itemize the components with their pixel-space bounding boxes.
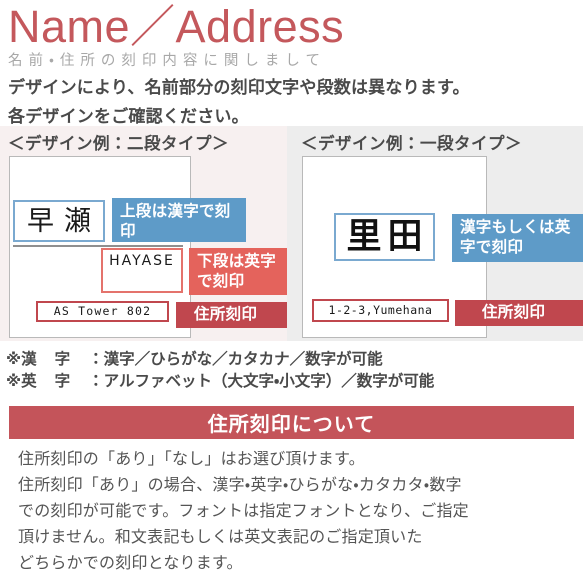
callout-address-two-tier: 住所刻印 (176, 302, 287, 328)
callout-address-one-tier: 住所刻印 (455, 300, 583, 326)
design-example-two-tier-heading: ＜デザイン例：二段タイプ＞ (8, 135, 229, 153)
plate-kanji-one-tier: 里田 (334, 213, 435, 261)
note-mark-roman: ※ (6, 373, 22, 390)
plate-address-two-tier: AS Tower 802 (36, 301, 169, 322)
plate-kanji-two-tier-text: 早瀬 (27, 205, 101, 237)
page-header: Name／Address 名前・住所の刻印内容に関しまして デザインにより、名前… (0, 0, 583, 129)
notes-list: ※漢字：漢字／ひらがな／カタカナ／数字が可能 ※英字：アルファベット（大文字・小… (6, 349, 576, 393)
section-band-address-engraving: 住所刻印について (9, 406, 574, 439)
callout-lower-row-roman: 下段は英字で刻印 (189, 248, 287, 295)
plate-roman-two-tier: HAYASE (101, 248, 183, 293)
body-line-3: での刻印が可能です。フォントは指定フォントとなり、ご指定 (18, 503, 469, 520)
page-subtitle: 名前・住所の刻印内容に関しまして (8, 53, 326, 69)
plate-kanji-two-tier: 早瀬 (13, 200, 105, 242)
plate-divider-line (13, 245, 183, 247)
note-mark-kanji: ※ (6, 351, 22, 368)
note-row-kanji: ※漢字：漢字／ひらがな／カタカナ／数字が可能 (6, 349, 576, 371)
body-line-4: 頂けません。和文表記もしくは英文表記のご指定頂いた (18, 529, 423, 546)
design-example-one-tier-heading: ＜デザイン例：一段タイプ＞ (301, 135, 522, 153)
plate-roman-two-tier-text: HAYASE (109, 253, 175, 269)
callout-kanji-or-roman: 漢字もしくは英字で刻印 (452, 214, 583, 262)
lead-text-line-1: デザインにより、名前部分の刻印文字や段数は異なります。 (8, 78, 470, 97)
body-line-1: 住所刻印の「あり」「なし」はお選び頂けます。 (18, 451, 365, 468)
note-value-kanji: ：漢字／ひらがな／カタカナ／数字が可能 (88, 351, 383, 368)
note-label-kanji: 漢字 (21, 351, 89, 368)
body-line-5: どちらかでの刻印となります。 (18, 555, 243, 572)
design-examples: ＜デザイン例：二段タイプ＞ 早瀬 HAYASE AS Tower 802 上段は… (0, 126, 583, 341)
plate-address-two-tier-text: AS Tower 802 (53, 304, 152, 318)
plate-kanji-one-tier-text: 里田 (346, 216, 429, 257)
note-label-roman: 英字 (21, 373, 89, 390)
design-example-one-tier-panel: ＜デザイン例：一段タイプ＞ 里田 1-2-3,Yumehana 漢字もしくは英字… (287, 126, 583, 341)
design-example-two-tier-panel: ＜デザイン例：二段タイプ＞ 早瀬 HAYASE AS Tower 802 上段は… (0, 126, 287, 341)
page-title: Name／Address (8, 1, 345, 52)
section-body-text: 住所刻印の「あり」「なし」はお選び頂けます。 住所刻印「あり」の場合、漢字・英字… (18, 447, 578, 577)
callout-upper-row-kanji: 上段は漢字で刻印 (112, 198, 246, 242)
body-line-2: 住所刻印「あり」の場合、漢字・英字・ひらがな・カタカタ・数字 (18, 477, 462, 494)
plate-address-one-tier: 1-2-3,Yumehana (312, 299, 449, 322)
note-value-roman: ：アルファベット（大文字・小文字）／数字が可能 (88, 373, 435, 390)
plate-address-one-tier-text: 1-2-3,Yumehana (328, 303, 433, 317)
note-row-roman: ※英字：アルファベット（大文字・小文字）／数字が可能 (6, 371, 576, 393)
